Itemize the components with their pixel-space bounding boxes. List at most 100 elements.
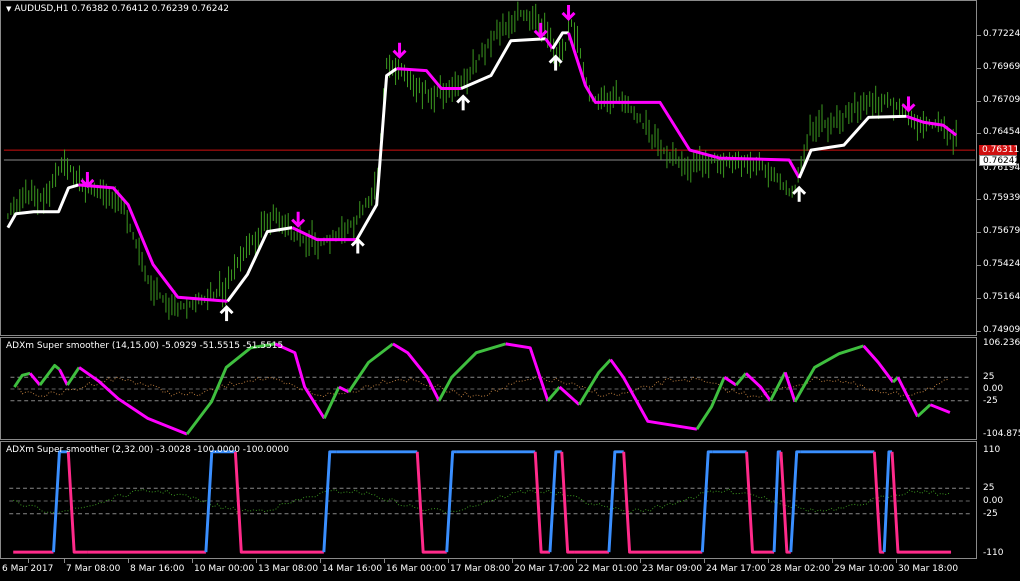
bid-price-label: 0.76242 <box>979 155 1020 166</box>
indicator-title: ADXm Super smoother (14,15.00) -5.0929 -… <box>6 341 284 351</box>
price-tick-label: 0.75679 <box>983 226 1020 236</box>
price-chart-pane[interactable]: ▼ AUDUSD,H1 0.76382 0.76412 0.76239 0.762… <box>0 0 977 336</box>
time-tick <box>896 559 897 563</box>
fast-rising-line <box>52 450 69 553</box>
time-tick <box>768 559 769 563</box>
adx-rising-line <box>322 386 341 420</box>
sell-arrow-icon <box>561 4 576 22</box>
adx-rising-line <box>577 358 612 406</box>
scale-label: -104.8756 <box>983 429 1020 439</box>
time-tick <box>192 559 193 563</box>
time-tick <box>28 559 29 563</box>
adxm-14-canvas[interactable] <box>1 338 978 439</box>
time-label: 29 Mar 10:00 <box>834 564 895 574</box>
price-tick-label: 0.75424 <box>983 259 1020 269</box>
price-tick <box>977 68 981 69</box>
adx-rising-line <box>347 342 394 393</box>
collapse-triangle-icon[interactable]: ▼ <box>6 5 11 13</box>
fast-rising-line <box>772 450 781 553</box>
price-tick <box>977 331 981 332</box>
price-tick-label: 0.76969 <box>983 62 1020 72</box>
scale-label: -25 <box>983 509 998 519</box>
downtrend-line <box>567 32 801 179</box>
time-tick <box>512 559 513 563</box>
scale-label: -110 <box>983 548 1004 558</box>
time-tick <box>576 559 577 563</box>
price-chart-canvas[interactable] <box>1 1 978 335</box>
time-tick <box>320 559 321 563</box>
sell-arrow-icon <box>901 96 916 113</box>
indicator-title: ADXm Super smoother (2,32.00) -3.0028 -1… <box>6 445 289 455</box>
chart-title: ▼ AUDUSD,H1 0.76382 0.76412 0.76239 0.762… <box>6 4 229 14</box>
downtrend-line <box>544 37 554 50</box>
time-label: 23 Mar 09:00 <box>642 564 703 574</box>
time-tick <box>128 559 129 563</box>
fast-falling-line <box>66 451 88 554</box>
time-label: 30 Mar 18:00 <box>898 564 959 574</box>
adx-falling-line <box>28 372 42 387</box>
price-tick <box>977 298 981 299</box>
buy-arrow-icon <box>456 94 471 111</box>
time-tick <box>448 559 449 563</box>
downtrend-line <box>78 183 228 303</box>
uptrend-line <box>460 37 546 90</box>
fast-rising-line <box>882 450 893 553</box>
scale-label: 0.00 <box>983 384 1004 394</box>
fast-rising-line <box>445 450 457 553</box>
adx-falling-line <box>558 385 581 406</box>
price-tick <box>977 265 981 266</box>
time-tick <box>64 559 65 563</box>
fast-falling-line <box>233 451 324 554</box>
fast-falling-line <box>533 451 550 554</box>
time-label: 22 Mar 01:00 <box>578 564 639 574</box>
time-label: 7 Mar 08:00 <box>66 564 121 574</box>
price-tick-label: 0.75164 <box>983 292 1020 302</box>
time-label: 17 Mar 08:00 <box>450 564 511 574</box>
scale-label: 110 <box>983 445 1001 455</box>
price-tick <box>977 101 981 102</box>
buy-arrow-icon <box>219 305 234 322</box>
adx-rising-line <box>916 403 932 418</box>
scale-label: -25 <box>983 396 998 406</box>
buy-arrow-icon <box>792 185 807 202</box>
downtrend-line <box>396 67 462 90</box>
indicator-pane-adxm-2[interactable]: ADXm Super smoother (2,32.00) -3.0028 -1… <box>0 441 977 559</box>
buy-arrow-icon <box>350 237 365 254</box>
time-tick <box>704 559 705 563</box>
fast-rising-line <box>322 450 337 553</box>
fast-falling-line <box>779 451 791 554</box>
adx-rising-line <box>695 376 726 430</box>
adx-rising-line <box>66 366 81 386</box>
time-tick <box>384 559 385 563</box>
adx-falling-line <box>723 375 737 387</box>
time-label: 16 Mar 00:00 <box>386 564 447 574</box>
uptrend-line <box>551 31 569 50</box>
time-tick <box>832 559 833 563</box>
adx-rising-line <box>38 363 61 386</box>
adx-rising-line <box>793 344 865 403</box>
adx-falling-line <box>609 358 698 431</box>
fast-falling-line <box>872 451 885 554</box>
price-tick <box>977 232 981 233</box>
time-tick <box>256 559 257 563</box>
indicator-pane-adxm-14[interactable]: ADXm Super smoother (14,15.00) -5.0929 -… <box>0 337 977 440</box>
scale-label: 25 <box>983 372 995 382</box>
price-tick-label: 0.74909 <box>983 325 1020 335</box>
time-label: 8 Mar 16:00 <box>130 564 185 574</box>
chart-title-text: AUDUSD,H1 0.76382 0.76412 0.76239 0.7624… <box>14 4 229 14</box>
time-label: 13 Mar 08:00 <box>258 564 319 574</box>
scale-label: 25 <box>983 483 995 493</box>
fast-falling-line <box>560 451 575 554</box>
price-tick <box>977 35 981 36</box>
time-label: 6 Mar 2017 <box>2 564 54 574</box>
adxm-2-canvas[interactable] <box>1 442 978 558</box>
time-label: 24 Mar 17:00 <box>706 564 767 574</box>
fast-rising-line <box>607 450 624 553</box>
time-tick <box>640 559 641 563</box>
price-tick-label: 0.77224 <box>983 29 1020 39</box>
fast-rising-line <box>204 450 236 553</box>
price-tick <box>977 133 981 134</box>
time-label: 14 Mar 16:00 <box>322 564 383 574</box>
fast-falling-line <box>415 451 447 554</box>
adx-falling-line <box>505 342 550 402</box>
